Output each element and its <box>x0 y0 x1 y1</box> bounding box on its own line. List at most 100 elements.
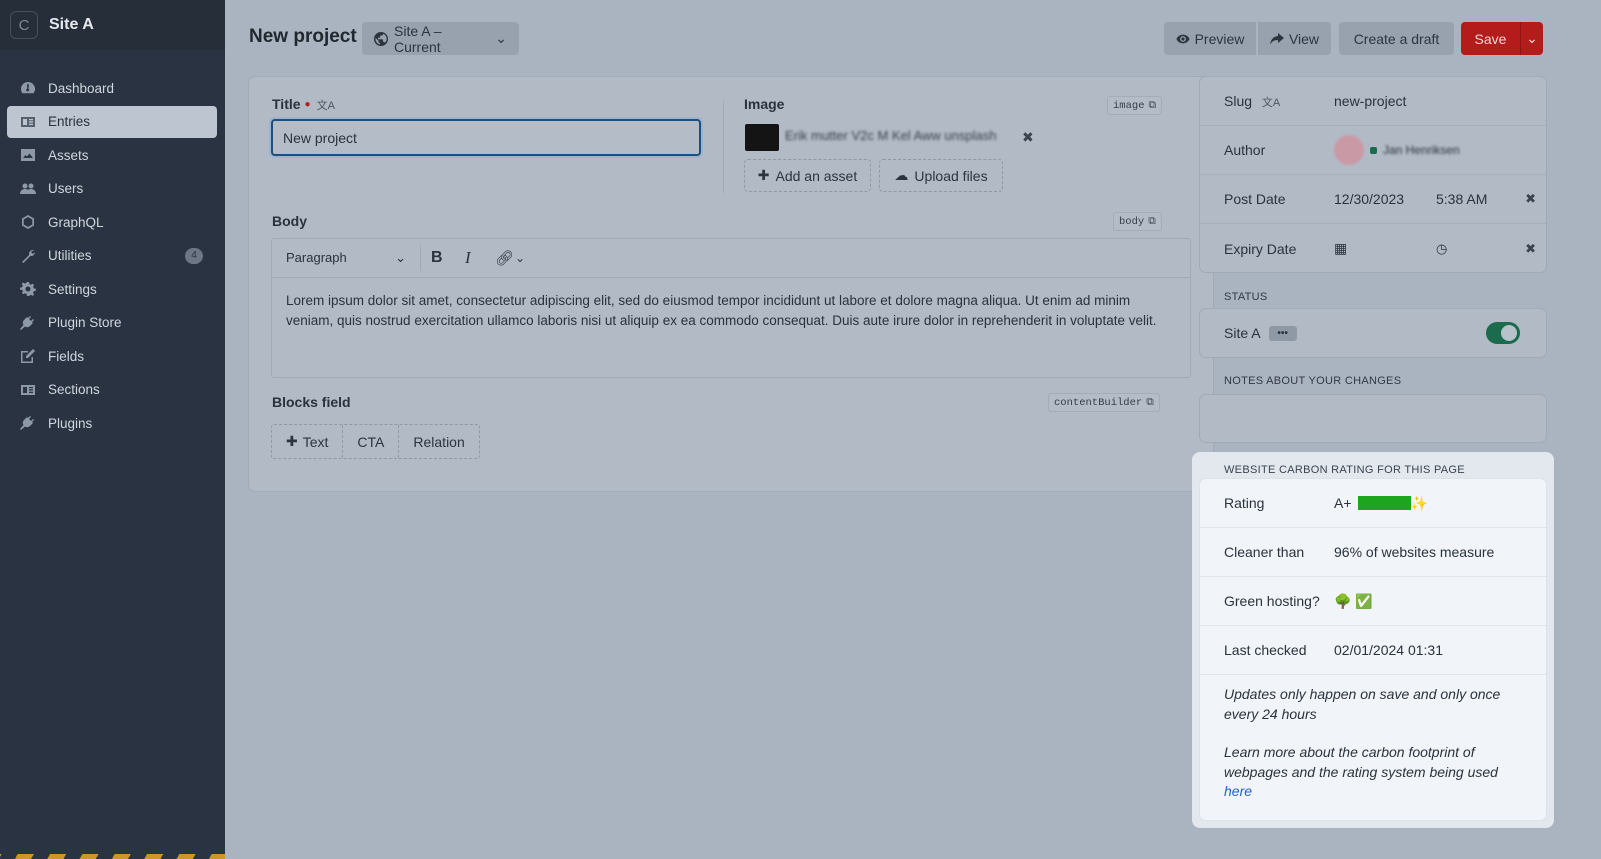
block-type-label: Text <box>302 433 329 450</box>
author-field[interactable]: Jan Henriksen <box>1334 135 1460 165</box>
sidebar-item-utilities[interactable]: Utilities 4 <box>7 240 217 272</box>
sidebar-item-label: Entries <box>48 114 91 129</box>
post-time-input[interactable]: 5:38 AM <box>1436 191 1487 207</box>
blocks-handle-badge[interactable]: contentBuilder ⧉ <box>1048 393 1160 412</box>
carbon-rating-widget: WEBSITE CARBON RATING FOR THIS PAGE Rati… <box>1192 452 1554 828</box>
format-select[interactable]: Paragraph ⌄ <box>286 250 406 266</box>
status-panel: Site A ••• <box>1200 309 1546 357</box>
sidebar-item-settings[interactable]: Settings <box>7 273 217 305</box>
learn-more-note: Learn more about the carbon footprint of… <box>1224 743 1522 802</box>
italic-icon[interactable]: I <box>465 248 495 268</box>
graphql-icon <box>20 215 36 229</box>
chevron-down-icon: ⌄ <box>495 30 507 46</box>
green-hosting-label: Green hosting? <box>1224 593 1320 609</box>
learn-more-link[interactable]: here <box>1224 783 1252 799</box>
site-options-button[interactable]: ••• <box>1268 325 1297 341</box>
title-input[interactable]: New project <box>271 119 701 156</box>
sidebar-item-label: Plugins <box>48 415 93 431</box>
author-label: Author <box>1224 142 1266 158</box>
green-hosting-row: Green hosting? 🌳 ✅ <box>1200 577 1546 626</box>
rating-label: Rating <box>1224 495 1265 511</box>
sidebar-item-plugin-store[interactable]: Plugin Store <box>7 307 217 339</box>
body-handle-badge[interactable]: body ⧉ <box>1113 212 1162 231</box>
cleaner-label: Cleaner than <box>1224 544 1305 560</box>
preview-button[interactable]: Preview <box>1164 22 1256 55</box>
post-date-input[interactable]: 12/30/2023 <box>1334 191 1404 207</box>
slug-label-text: Slug <box>1224 92 1253 109</box>
remove-asset-icon[interactable]: ✖ <box>1022 129 1034 146</box>
asset-filename[interactable]: Erik mutter V2c M Kel Aww unsplash <box>785 128 996 143</box>
copy-icon: ⧉ <box>1148 99 1157 112</box>
translate-icon: 文A <box>1261 96 1281 109</box>
rating-grade: A+ <box>1334 494 1352 511</box>
expiry-date-row: Expiry Date ▦ ◷ ✖ <box>1200 224 1546 273</box>
sections-icon <box>20 383 36 397</box>
sparkle-icon: ✨ <box>1410 494 1428 511</box>
editor-toolbar: Paragraph ⌄ B I 🔗︎ ⌄ <box>272 239 1190 278</box>
save-menu-button[interactable]: ⌄ <box>1520 22 1543 55</box>
wrench-icon <box>20 249 36 263</box>
image-handle-badge[interactable]: image ⧉ <box>1107 96 1163 115</box>
view-button[interactable]: View <box>1258 22 1331 55</box>
globe-icon <box>374 31 388 47</box>
site-enabled-toggle[interactable] <box>1486 322 1520 344</box>
update-note: Updates only happen on save and only onc… <box>1224 686 1501 722</box>
add-cta-block-button[interactable]: CTA <box>343 425 400 458</box>
sidebar-item-fields[interactable]: Fields <box>7 340 217 372</box>
site-status-label: Site A <box>1224 325 1261 341</box>
editor-content[interactable]: Lorem ipsum dolor sit amet, consectetur … <box>272 278 1190 343</box>
title-label-text: Title <box>272 96 301 112</box>
carbon-heading: WEBSITE CARBON RATING FOR THIS PAGE <box>1224 464 1465 476</box>
fields-panel: Title ● 文A New project Image image ⧉ Erik … <box>249 77 1213 491</box>
add-text-block-button[interactable]: ✚ Text <box>272 425 344 458</box>
save-button[interactable]: Save <box>1461 22 1520 55</box>
sidebar-item-plugins[interactable]: Plugins <box>7 407 217 439</box>
site-select-button[interactable]: Site A – Current ⌄ <box>362 22 519 55</box>
main-nav: Dashboard Entries Assets Users GraphQL U… <box>0 72 225 439</box>
sidebar-header: C Site A <box>0 0 225 50</box>
expiry-date-label: Expiry Date <box>1224 240 1297 257</box>
calendar-icon[interactable]: ▦ <box>1334 240 1347 257</box>
sidebar-item-label: Fields <box>48 348 85 364</box>
create-draft-button[interactable]: Create a draft <box>1339 22 1454 55</box>
format-select-label: Paragraph <box>286 250 347 265</box>
rich-text-editor[interactable]: Paragraph ⌄ B I 🔗︎ ⌄ Lorem ipsum dolor s… <box>271 238 1191 378</box>
chevron-down-icon[interactable]: ⌄ <box>515 251 525 265</box>
sidebar-item-sections[interactable]: Sections <box>7 374 217 406</box>
add-relation-block-button[interactable]: Relation <box>399 425 478 458</box>
chevron-down-icon: ⌄ <box>395 250 406 265</box>
image-handle-text: image <box>1113 99 1145 112</box>
status-dot <box>1370 146 1377 154</box>
notes-textarea[interactable] <box>1200 395 1546 442</box>
carbon-note: Updates only happen on save and only onc… <box>1200 675 1546 812</box>
add-asset-button[interactable]: ✚ Add an asset <box>744 159 871 192</box>
asset-thumbnail[interactable] <box>745 124 779 151</box>
page-title: New project <box>249 26 357 47</box>
plus-icon: ✚ <box>757 167 770 183</box>
sidebar-item-users[interactable]: Users <box>7 173 217 205</box>
sidebar-item-label: GraphQL <box>48 214 104 230</box>
clear-expiry-icon[interactable]: ✖ <box>1525 241 1536 257</box>
slug-input[interactable]: new-project <box>1334 93 1406 109</box>
clear-date-icon[interactable]: ✖ <box>1525 191 1536 207</box>
upload-files-button[interactable]: ☁ Upload files <box>879 159 1003 192</box>
image-field-label: Image <box>744 96 785 112</box>
cleaner-row: Cleaner than 96% of websites measure <box>1200 528 1546 577</box>
body-handle-text: body <box>1119 215 1145 228</box>
bold-icon[interactable]: B <box>431 249 465 267</box>
site-name[interactable]: Site A <box>49 16 94 34</box>
toolbar-separator <box>420 245 421 271</box>
link-icon[interactable]: 🔗︎ <box>495 249 515 267</box>
learn-more-text: Learn more about the carbon footprint of… <box>1224 744 1498 780</box>
sidebar-item-assets[interactable]: Assets <box>7 139 217 171</box>
sidebar-item-entries[interactable]: Entries <box>7 105 217 138</box>
clock-icon[interactable]: ◷ <box>1436 241 1447 257</box>
sidebar-item-dashboard[interactable]: Dashboard <box>7 72 217 104</box>
slug-label: Slug 文A <box>1224 93 1280 110</box>
block-type-buttons: ✚ Text CTA Relation <box>271 424 480 459</box>
craft-logo[interactable]: C <box>10 11 38 39</box>
status-heading: STATUS <box>1224 291 1268 303</box>
sidebar-item-label: Utilities <box>48 248 92 263</box>
cleaner-value: 96% of websites measure <box>1334 544 1495 560</box>
sidebar-item-graphql[interactable]: GraphQL <box>7 206 217 238</box>
